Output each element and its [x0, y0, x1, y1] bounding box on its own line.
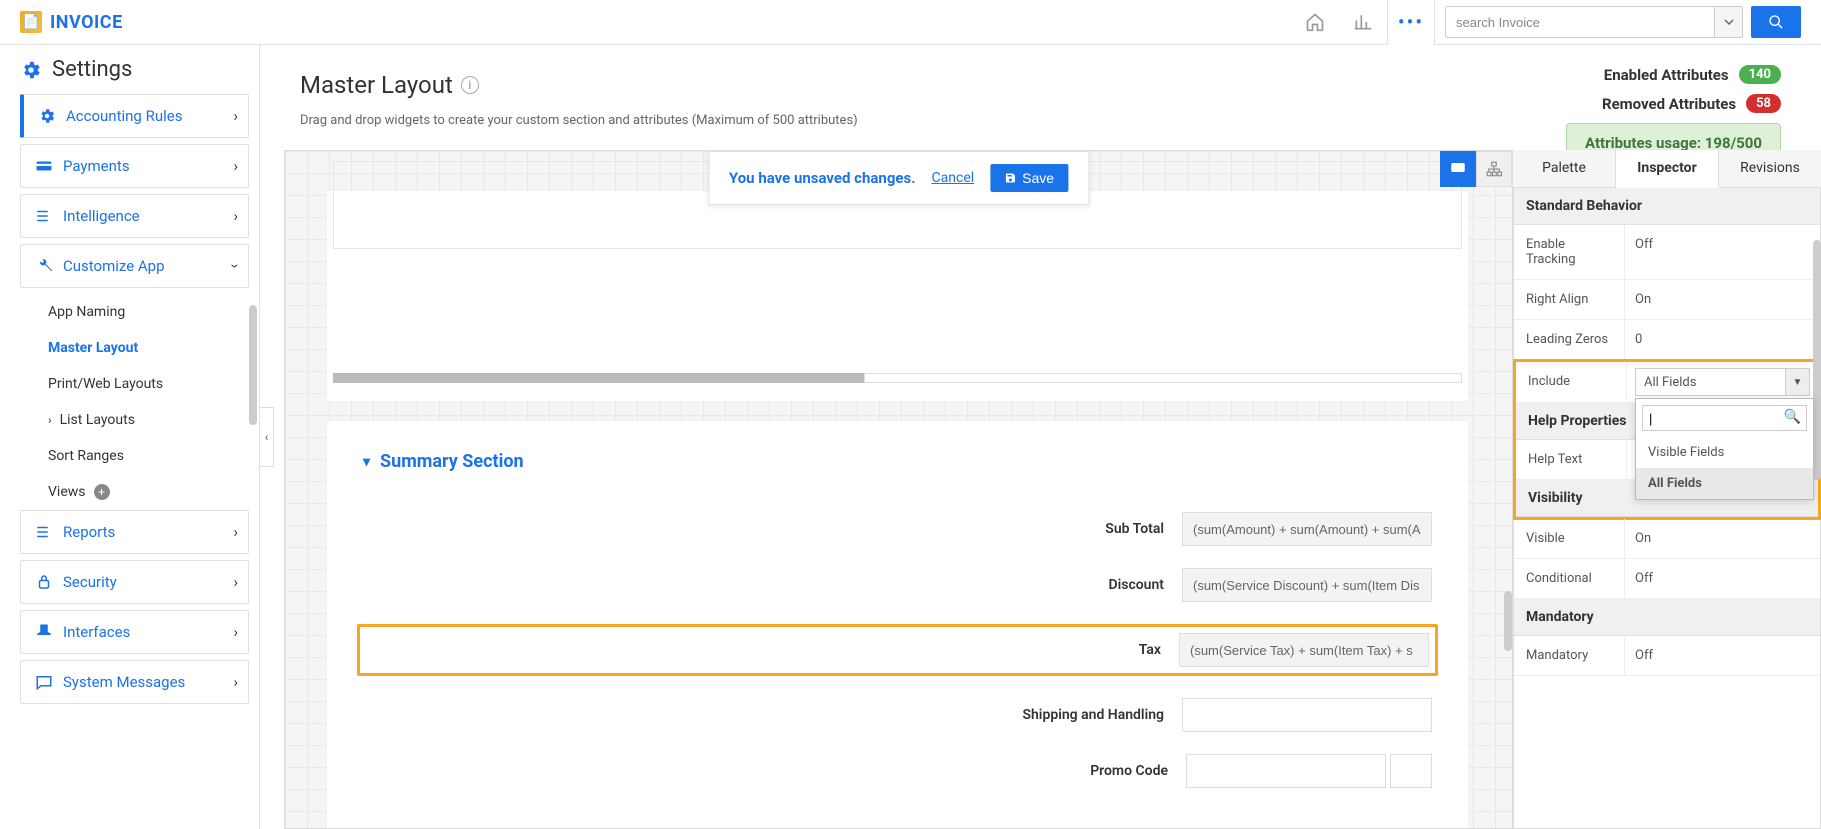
include-select[interactable]: All Fields ▼ [1635, 368, 1810, 396]
chevron-right-icon: › [48, 413, 52, 427]
progress-track [864, 373, 1462, 383]
field-row-subtotal[interactable]: Sub Total [363, 512, 1432, 546]
cancel-link[interactable]: Cancel [932, 170, 975, 186]
include-option-all-fields[interactable]: All Fields [1636, 468, 1813, 499]
summary-section-header[interactable]: ▾ Summary Section [363, 451, 1432, 472]
inspector-row-leading-zeros[interactable]: Leading Zeros 0 [1514, 320, 1820, 360]
hierarchy-view-toggle[interactable] [1476, 151, 1512, 187]
enabled-attributes-label: Enabled Attributes [1604, 66, 1729, 84]
enabled-attributes-count: 140 [1739, 65, 1781, 84]
include-search-input[interactable] [1642, 405, 1807, 431]
search-button[interactable] [1751, 6, 1801, 38]
sidebar-item-security[interactable]: Security › [20, 560, 249, 604]
inspector-row-right-align[interactable]: Right Align On [1514, 280, 1820, 320]
unsaved-changes-bar: You have unsaved changes. Cancel Save [708, 151, 1089, 205]
subtotal-formula-input[interactable] [1182, 512, 1432, 546]
chevron-right-icon: › [233, 207, 238, 225]
sidebar-sub-master-layout[interactable]: Master Layout [48, 330, 249, 366]
sidebar-item-intelligence[interactable]: Intelligence › [20, 194, 249, 238]
inspector-row-visible[interactable]: Visible On [1514, 519, 1820, 559]
sidebar-item-accounting-rules[interactable]: Accounting Rules › [20, 94, 249, 138]
tax-formula-input[interactable] [1179, 633, 1429, 667]
scrollbar-thumb[interactable] [249, 305, 257, 425]
chevron-right-icon: › [233, 107, 238, 125]
discount-formula-input[interactable] [1182, 568, 1432, 602]
inspector-tabs: Palette Inspector Revisions [1513, 150, 1821, 188]
inspector-row-enable-tracking[interactable]: Enable Tracking Off [1514, 225, 1820, 280]
field-row-promo[interactable]: Promo Code [363, 754, 1432, 788]
sidebar-sub-list-layouts[interactable]: ›List Layouts [48, 402, 249, 438]
tab-inspector[interactable]: Inspector [1616, 150, 1719, 188]
desktop-view-toggle[interactable] [1440, 151, 1476, 187]
sidebar-sub-print-web[interactable]: Print/Web Layouts [48, 366, 249, 402]
chart-icon[interactable] [1339, 0, 1387, 45]
sidebar-sub-views[interactable]: Views+ [48, 474, 249, 510]
removed-attributes-label: Removed Attributes [1602, 95, 1736, 113]
unsaved-text: You have unsaved changes. [729, 169, 916, 187]
canvas-card-summary[interactable]: ▾ Summary Section Sub Total Discount [327, 421, 1468, 829]
sidebar-sub-sort-ranges[interactable]: Sort Ranges [48, 438, 249, 474]
invoice-logo-icon [20, 11, 42, 33]
sidebar: Settings Accounting Rules › Payments › I… [0, 45, 260, 829]
promo-code-addon[interactable] [1390, 754, 1432, 788]
chevron-down-icon: › [227, 264, 245, 269]
chevron-down-icon: ▼ [1785, 369, 1809, 395]
sidebar-item-payments[interactable]: Payments › [20, 144, 249, 188]
chevron-right-icon: › [233, 523, 238, 541]
search-input[interactable] [1445, 6, 1715, 38]
field-row-discount[interactable]: Discount [363, 568, 1432, 602]
chevron-right-icon: › [233, 157, 238, 175]
inspector-row-include[interactable]: Include All Fields ▼ [1516, 362, 1818, 403]
page-subtitle: Drag and drop widgets to create your cus… [300, 113, 1781, 128]
topbar: INVOICE ••• [0, 0, 1821, 45]
field-row-shipping[interactable]: Shipping and Handling [363, 698, 1432, 732]
canvas-scrollbar-thumb[interactable] [1504, 591, 1512, 651]
sidebar-title-label: Settings [52, 57, 132, 82]
search-icon: 🔍 [1784, 409, 1801, 425]
search-dropdown-toggle[interactable] [1715, 6, 1743, 38]
chevron-right-icon: › [233, 573, 238, 591]
shipping-input[interactable] [1182, 698, 1432, 732]
plus-icon[interactable]: + [94, 484, 110, 500]
canvas-card-top[interactable] [327, 191, 1468, 401]
chevron-right-icon: › [233, 623, 238, 641]
page-title: Master Layout [300, 71, 453, 99]
home-icon[interactable] [1291, 0, 1339, 45]
chevron-right-icon: › [233, 673, 238, 691]
promo-code-input[interactable] [1186, 754, 1386, 788]
app-title: INVOICE [50, 12, 123, 33]
chevron-down-icon: ▾ [363, 454, 370, 470]
progress-fill [333, 373, 864, 383]
sidebar-item-reports[interactable]: Reports › [20, 510, 249, 554]
sidebar-sub-app-naming[interactable]: App Naming [48, 294, 249, 330]
inspector-section-mandatory: Mandatory [1514, 599, 1820, 636]
sidebar-item-customize-app[interactable]: Customize App › [20, 244, 249, 288]
inspector-row-conditional[interactable]: Conditional Off [1514, 559, 1820, 599]
right-panel-scrollbar-thumb[interactable] [1813, 240, 1821, 480]
sidebar-collapse-handle[interactable]: ‹ [260, 407, 274, 467]
removed-attributes-count: 58 [1746, 94, 1781, 113]
layout-canvas[interactable]: You have unsaved changes. Cancel Save [284, 150, 1513, 829]
inspector-row-mandatory[interactable]: Mandatory Off [1514, 636, 1820, 676]
sidebar-item-system-messages[interactable]: System Messages › [20, 660, 249, 704]
info-icon[interactable]: i [461, 76, 479, 94]
save-button[interactable]: Save [990, 164, 1068, 192]
more-icon[interactable]: ••• [1387, 0, 1435, 45]
sidebar-title: Settings [20, 57, 249, 82]
inspector-section-standard-behavior: Standard Behavior [1514, 188, 1820, 225]
include-dropdown: 🔍 Visible Fields All Fields [1635, 398, 1814, 500]
include-option-visible-fields[interactable]: Visible Fields [1636, 437, 1813, 468]
tab-palette[interactable]: Palette [1513, 150, 1616, 187]
sidebar-item-interfaces[interactable]: Interfaces › [20, 610, 249, 654]
tab-revisions[interactable]: Revisions [1719, 150, 1821, 187]
field-row-tax[interactable]: Tax [357, 624, 1438, 676]
